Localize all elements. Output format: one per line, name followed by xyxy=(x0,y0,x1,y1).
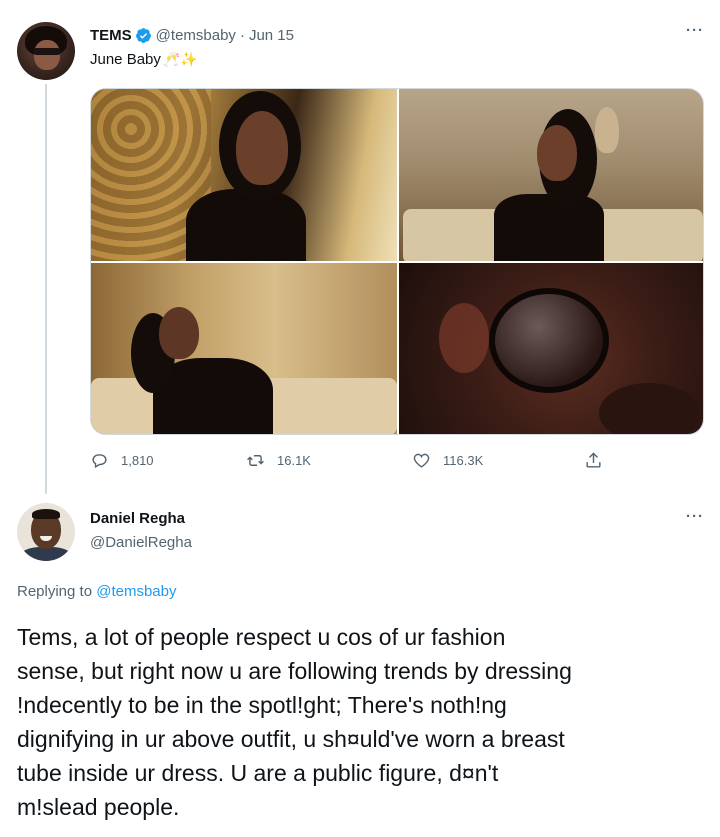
tweet-header: TEMS @temsbaby · Jun 15 xyxy=(90,25,294,45)
media-grid xyxy=(90,88,704,435)
tweet-date[interactable]: Jun 15 xyxy=(249,27,294,44)
replying-to-line: Replying to @temsbaby xyxy=(17,583,176,600)
media-photo-3[interactable] xyxy=(91,263,397,434)
tweet-text-body: June Baby xyxy=(90,51,161,68)
tweet-emoji: 🥂✨ xyxy=(162,51,198,68)
reply-count: 1,810 xyxy=(121,453,154,468)
media-photo-4[interactable] xyxy=(399,263,703,434)
reply-author-handle[interactable]: @DanielRegha xyxy=(90,534,192,551)
reply-icon xyxy=(92,454,107,469)
retweet-button[interactable]: 16.1K xyxy=(246,451,311,470)
author-name[interactable]: TEMS xyxy=(90,27,132,44)
like-count: 116.3K xyxy=(443,453,484,468)
parent-tweet[interactable]: TEMS @temsbaby · Jun 15 ··· June Baby 🥂✨ xyxy=(0,0,720,495)
retweet-icon xyxy=(247,455,264,466)
avatar-daniel-regha[interactable] xyxy=(17,503,75,561)
tweet-text: June Baby 🥂✨ xyxy=(90,51,198,68)
media-photo-1[interactable] xyxy=(91,89,397,261)
media-photo-2[interactable] xyxy=(399,89,703,261)
avatar-tems[interactable] xyxy=(17,22,75,80)
like-button[interactable]: 116.3K xyxy=(412,451,483,470)
retweet-count: 16.1K xyxy=(277,453,311,468)
reply-button[interactable]: 1,810 xyxy=(90,451,154,470)
more-icon[interactable]: ··· xyxy=(686,508,704,525)
verified-badge-icon xyxy=(135,27,151,43)
replying-to-label: Replying to xyxy=(17,583,93,600)
share-button[interactable] xyxy=(584,451,615,470)
author-handle[interactable]: @temsbaby xyxy=(156,27,236,44)
tweet-actions: 1,810 16.1K 116.3K xyxy=(90,451,610,473)
share-icon xyxy=(586,452,601,468)
reply-tweet-text: Tems, a lot of people respect u cos of u… xyxy=(17,624,572,820)
more-icon[interactable]: ··· xyxy=(686,22,704,39)
reply-author-name[interactable]: Daniel Regha xyxy=(90,510,185,527)
thread-connector-line xyxy=(45,84,47,494)
replying-to-link[interactable]: @temsbaby xyxy=(96,583,176,600)
like-icon xyxy=(413,453,430,468)
header-separator: · xyxy=(239,26,245,44)
